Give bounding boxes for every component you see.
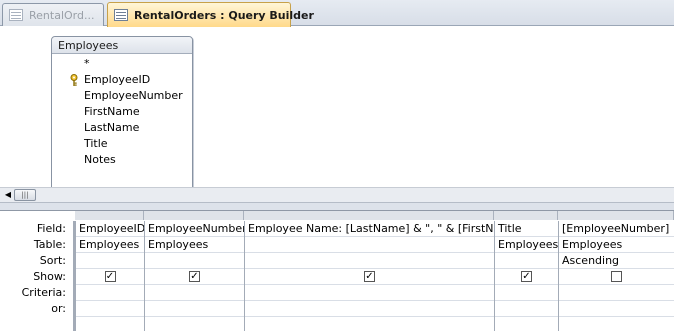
scrollbar-thumb[interactable]: ||| xyxy=(14,189,36,201)
row-label-or: or: xyxy=(51,302,66,315)
field-item-firstname[interactable]: FirstName xyxy=(52,104,192,120)
scroll-left-icon[interactable]: ◀ xyxy=(3,190,13,200)
field-item-employeenumber[interactable]: EmployeeNumber xyxy=(52,88,192,104)
sort-cell[interactable] xyxy=(245,253,494,269)
primary-key-icon xyxy=(70,74,78,86)
or-cell[interactable] xyxy=(559,301,674,317)
sort-cell[interactable]: Ascending xyxy=(559,253,674,269)
document-tab-strip: RentalOrd... RentalOrders : Query Builde… xyxy=(0,0,674,27)
show-checkbox[interactable]: ✓ xyxy=(189,270,200,282)
field-item-employeeid[interactable]: EmployeeID xyxy=(52,72,192,88)
query-icon xyxy=(114,9,128,21)
column-selector[interactable] xyxy=(558,211,674,220)
query-design-grid: Field: Table: Sort: Show: Criteria: or: … xyxy=(0,211,674,331)
criteria-cell[interactable] xyxy=(495,285,558,301)
show-checkbox[interactable]: ✓ xyxy=(364,270,375,282)
field-item-lastname[interactable]: LastName xyxy=(52,120,192,136)
column-selector[interactable] xyxy=(494,211,558,220)
grid-column: Title Employees ✓ xyxy=(494,221,558,331)
row-label-sort: Sort: xyxy=(39,254,66,267)
row-label-show: Show: xyxy=(33,270,66,283)
field-cell[interactable]: Title xyxy=(495,221,558,237)
sort-cell[interactable] xyxy=(76,253,144,269)
grid-column: Employee Name: [LastName] & ", " & [Firs… xyxy=(244,221,494,331)
field-cell[interactable]: EmployeeNumber xyxy=(145,221,244,237)
column-selector[interactable] xyxy=(144,211,244,220)
employees-field-list[interactable]: Employees * EmployeeID EmployeeNumber Fi… xyxy=(51,36,193,202)
show-checkbox[interactable]: ✓ xyxy=(104,270,116,282)
show-checkbox-unchecked[interactable] xyxy=(611,270,622,282)
table-cell[interactable]: Employees xyxy=(145,237,244,253)
tab-label: RentalOrd... xyxy=(29,8,95,22)
row-label-criteria: Criteria: xyxy=(21,286,66,299)
table-icon xyxy=(9,9,23,21)
show-checkbox[interactable]: ✓ xyxy=(521,270,532,282)
or-cell[interactable] xyxy=(245,301,494,317)
tab-label: RentalOrders : Query Builder xyxy=(134,8,314,22)
criteria-cell[interactable] xyxy=(145,285,244,301)
show-cell: ✓ xyxy=(145,269,244,285)
show-cell: ✓ xyxy=(76,269,144,285)
table-cell[interactable] xyxy=(245,237,494,253)
row-labels: Field: Table: Sort: Show: Criteria: or: xyxy=(0,221,72,317)
field-item-all[interactable]: * xyxy=(52,56,192,72)
show-cell: ✓ xyxy=(245,269,494,285)
grid-column: EmployeeID Employees ✓ xyxy=(75,221,144,331)
field-cell[interactable]: EmployeeID xyxy=(76,221,144,237)
table-cell[interactable]: Employees xyxy=(495,237,558,253)
column-selector[interactable] xyxy=(75,211,144,220)
column-selector[interactable] xyxy=(244,211,494,220)
row-label-table: Table: xyxy=(33,238,66,251)
pane-splitter[interactable] xyxy=(0,202,674,211)
table-pane: Employees * EmployeeID EmployeeNumber Fi… xyxy=(0,27,674,202)
field-list: * EmployeeID EmployeeNumber FirstName La… xyxy=(52,54,192,168)
or-cell[interactable] xyxy=(495,301,558,317)
criteria-cell[interactable] xyxy=(76,285,144,301)
tab-rental-orders-table[interactable]: RentalOrd... xyxy=(2,3,104,26)
criteria-cell[interactable] xyxy=(559,285,674,301)
table-cell[interactable]: Employees xyxy=(559,237,674,253)
grid-column: [EmployeeNumber] Employees Ascending xyxy=(558,221,674,331)
field-cell[interactable]: Employee Name: [LastName] & ", " & [Firs… xyxy=(245,221,494,237)
field-item-notes[interactable]: Notes xyxy=(52,152,192,168)
row-label-field: Field: xyxy=(36,222,66,235)
sort-cell[interactable] xyxy=(495,253,558,269)
table-cell[interactable]: Employees xyxy=(76,237,144,253)
field-list-title[interactable]: Employees xyxy=(52,37,192,54)
sort-cell[interactable] xyxy=(145,253,244,269)
show-cell xyxy=(559,269,674,285)
or-cell[interactable] xyxy=(76,301,144,317)
tab-query-builder[interactable]: RentalOrders : Query Builder xyxy=(107,2,314,27)
column-selector-bar xyxy=(75,211,674,220)
table-pane-scrollbar[interactable]: ◀ ||| xyxy=(0,187,674,202)
show-cell: ✓ xyxy=(495,269,558,285)
grid-column: EmployeeNumber Employees ✓ xyxy=(144,221,244,331)
field-item-title[interactable]: Title xyxy=(52,136,192,152)
criteria-cell[interactable] xyxy=(245,285,494,301)
or-cell[interactable] xyxy=(145,301,244,317)
field-cell[interactable]: [EmployeeNumber] xyxy=(559,221,674,237)
